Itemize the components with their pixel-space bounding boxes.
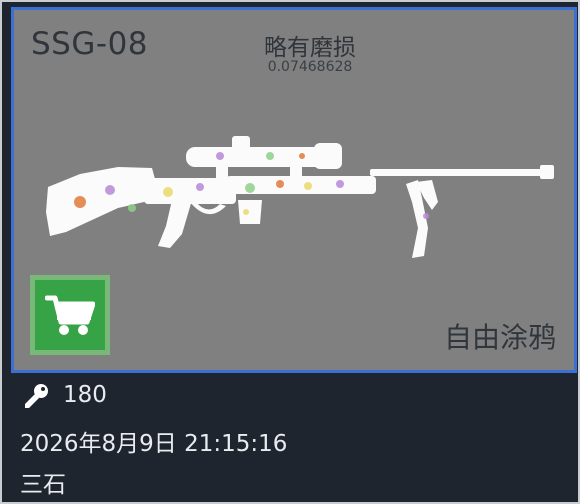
float-value: 0.07468628 xyxy=(267,59,353,75)
seller-name: 三石 xyxy=(20,472,66,498)
item-preview-panel[interactable]: SSG-08 略有磨损 0.07468628 自由涂鸦 xyxy=(11,7,577,373)
shopping-cart-icon xyxy=(45,295,95,335)
buy-button-face[interactable] xyxy=(35,280,105,350)
listing-card[interactable]: SSG-08 略有磨损 0.07468628 自由涂鸦 180 2026年8月9… xyxy=(0,0,580,504)
price-value: 180 xyxy=(63,382,107,408)
rifle-image xyxy=(46,136,554,258)
key-icon xyxy=(25,384,48,408)
skin-name: 自由涂鸦 xyxy=(443,321,556,354)
wear-label: 略有磨损 xyxy=(264,35,356,61)
price-row: 180 xyxy=(20,382,107,408)
buy-button[interactable] xyxy=(30,275,110,355)
listing-datetime: 2026年8月9日 21:15:16 xyxy=(20,431,288,457)
